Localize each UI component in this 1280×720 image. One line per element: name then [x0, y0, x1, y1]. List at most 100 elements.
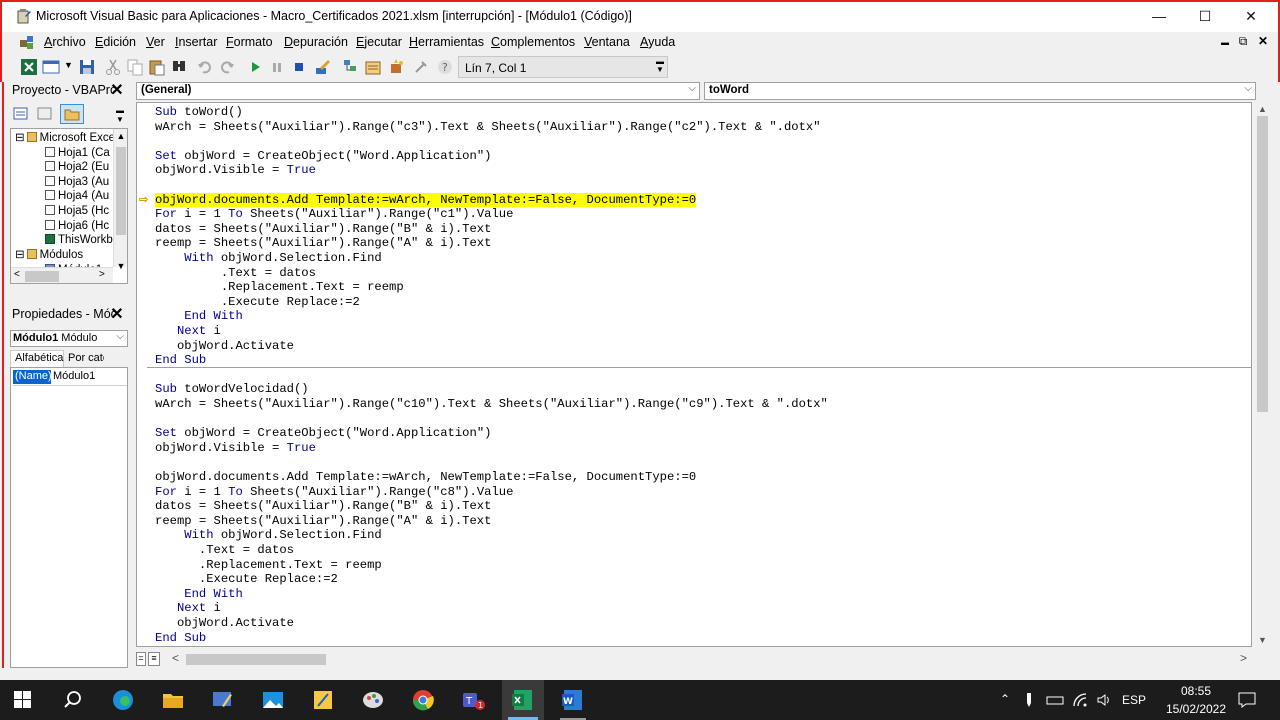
find-icon[interactable] [170, 58, 188, 76]
wifi-icon[interactable] [1072, 692, 1088, 708]
mdi-minimize-button[interactable]: ▬ [1216, 38, 1234, 47]
menu-ejecutar[interactable]: Ejecutar [356, 35, 402, 49]
pen-icon[interactable] [1024, 692, 1034, 708]
notifications-icon[interactable] [1238, 692, 1256, 708]
undo-icon[interactable] [196, 58, 214, 76]
tree-horizontal-scrollbar[interactable]: < > [11, 267, 113, 283]
clock-date[interactable]: 15/02/2022 [1158, 702, 1234, 716]
menu-edicion[interactable]: Edición [95, 35, 136, 49]
code-line[interactable]: objWord.documents.Add Template:=wArch, N… [155, 470, 696, 485]
code-line[interactable]: objWord.Visible = True [155, 163, 316, 178]
chevron-down-icon[interactable]: ▼ [64, 60, 73, 70]
tree-vertical-scrollbar[interactable]: ▲ ▼ [113, 129, 127, 271]
menu-complementos[interactable]: Complementos [491, 35, 575, 49]
menu-ayuda[interactable]: Ayuda [640, 35, 675, 49]
chrome-icon[interactable] [410, 688, 436, 712]
teams-icon[interactable]: T1 [460, 688, 486, 712]
project-panel-close-icon[interactable]: ✕ [110, 83, 124, 99]
toggle-folders-icon[interactable] [60, 104, 84, 124]
code-line[interactable]: End Sub [155, 353, 206, 368]
chevron-down-icon[interactable]: ⌵ [688, 83, 696, 94]
procedure-combo[interactable]: toWord ⌵ [704, 82, 1256, 100]
mdi-restore-button[interactable]: ⧉ [1234, 34, 1252, 49]
clock-time[interactable]: 08:55 [1172, 684, 1220, 698]
menu-formato[interactable]: Formato [226, 35, 273, 49]
project-explorer-icon[interactable] [342, 58, 360, 76]
tree-item-excel-objects[interactable]: ⊟Microsoft Excel Objetos [15, 131, 127, 146]
search-icon[interactable] [60, 688, 86, 712]
mdi-close-button[interactable]: ✕ [1254, 34, 1272, 48]
properties-icon[interactable] [364, 58, 382, 76]
volume-icon[interactable] [1096, 692, 1112, 708]
language-indicator[interactable]: ESP [1122, 693, 1146, 707]
code-line[interactable]: objWord.Activate [155, 616, 294, 631]
copy-icon[interactable] [126, 58, 144, 76]
windows-start-icon[interactable] [10, 688, 36, 712]
menu-ventana[interactable]: Ventana [584, 35, 630, 49]
menu-depuracion[interactable]: Depuración [284, 35, 348, 49]
code-line[interactable]: End With [155, 309, 243, 324]
property-value-cell[interactable]: Módulo1 [53, 370, 95, 382]
tab-alfabetica[interactable]: Alfabética [10, 350, 64, 367]
tree-item-hoja4[interactable]: Hoja4 (Au [45, 189, 109, 204]
save-icon[interactable] [78, 58, 96, 76]
code-line[interactable]: Next i [155, 324, 221, 339]
run-icon[interactable] [246, 58, 264, 76]
code-line[interactable]: Next i [155, 601, 221, 616]
code-line[interactable]: .Replacement.Text = reemp [155, 280, 404, 295]
properties-panel-close-icon[interactable]: ✕ [110, 307, 124, 323]
chevron-down-icon[interactable]: ⌵ [1244, 83, 1252, 94]
excel-taskbar-active[interactable] [502, 680, 544, 720]
object-browser-icon[interactable] [388, 58, 406, 76]
code-line[interactable]: objWord.documents.Add Template:=wArch, N… [155, 192, 697, 208]
toolbox-icon[interactable] [412, 58, 430, 76]
object-combo[interactable]: (General) ⌵ [136, 82, 700, 100]
object-select[interactable]: Módulo1 Módulo ⌵ [10, 330, 128, 347]
view-code-icon[interactable] [12, 106, 30, 122]
code-line[interactable]: reemp = Sheets("Auxiliar").Range("A" & i… [155, 514, 491, 529]
close-button[interactable]: ✕ [1228, 2, 1274, 32]
code-line[interactable]: With objWord.Selection.Find [155, 528, 381, 543]
code-line[interactable]: wArch = Sheets("Auxiliar").Range("c10").… [155, 397, 828, 412]
edge-icon[interactable] [110, 688, 136, 712]
vba-taskbar-icon[interactable] [210, 688, 236, 712]
code-line[interactable]: Set objWord = CreateObject("Word.Applica… [155, 149, 491, 164]
menu-herramientas[interactable]: Herramientas [409, 35, 484, 49]
view-object-icon[interactable] [36, 106, 54, 122]
scroll-right-icon[interactable]: > [1240, 651, 1247, 665]
code-vertical-scrollbar[interactable]: ▲ ▼ [1254, 102, 1271, 647]
toolbar-options-icon[interactable]: ▬ ▼ [656, 58, 664, 74]
show-hidden-icons[interactable]: ⌃ [1000, 692, 1010, 706]
tree-item-hoja3[interactable]: Hoja3 (Au [45, 175, 109, 190]
menu-archivo[interactable]: Archivo [44, 35, 86, 49]
code-line[interactable]: Sub toWord() [155, 105, 243, 120]
photos-icon[interactable] [260, 688, 286, 712]
scroll-thumb[interactable] [1257, 116, 1268, 412]
code-line[interactable]: .Execute Replace:=2 [155, 572, 338, 587]
full-module-view-icon[interactable]: ≡ [148, 652, 160, 666]
code-line[interactable]: For i = 1 To Sheets("Auxiliar").Range("c… [155, 485, 513, 500]
paint-icon[interactable] [360, 688, 386, 712]
insert-userform-icon[interactable] [42, 58, 60, 76]
code-line[interactable]: datos = Sheets("Auxiliar").Range("B" & i… [155, 222, 491, 237]
tree-item-hoja1[interactable]: Hoja1 (Ca [45, 146, 110, 161]
menu-insertar[interactable]: Insertar [175, 35, 217, 49]
redo-icon[interactable] [218, 58, 236, 76]
code-line[interactable]: Set objWord = CreateObject("Word.Applica… [155, 426, 491, 441]
vba-menu-icon[interactable] [18, 34, 36, 52]
code-editor[interactable]: ⇨ Sub toWord() wArch = Sheets("Auxiliar")… [136, 102, 1252, 647]
excel-view-icon[interactable] [20, 58, 38, 76]
code-line[interactable]: .Execute Replace:=2 [155, 295, 360, 310]
maximize-button[interactable]: ☐ [1182, 2, 1228, 32]
menu-ver[interactable]: Ver [146, 35, 165, 49]
tree-item-thisworkbook[interactable]: ThisWorkb [45, 233, 113, 248]
tree-item-hoja6[interactable]: Hoja6 (Hc [45, 219, 109, 234]
tree-item-hoja5[interactable]: Hoja5 (Hc [45, 204, 109, 219]
code-line[interactable]: reemp = Sheets("Auxiliar").Range("A" & i… [155, 236, 491, 251]
minimize-button[interactable]: — [1136, 2, 1182, 32]
tree-item-modulos[interactable]: ⊟ Módulos [15, 248, 83, 263]
network-device-icon[interactable] [1046, 694, 1064, 706]
code-line[interactable]: Sub toWordVelocidad() [155, 382, 309, 397]
code-line[interactable]: objWord.Visible = True [155, 441, 316, 456]
break-icon[interactable] [268, 58, 286, 76]
